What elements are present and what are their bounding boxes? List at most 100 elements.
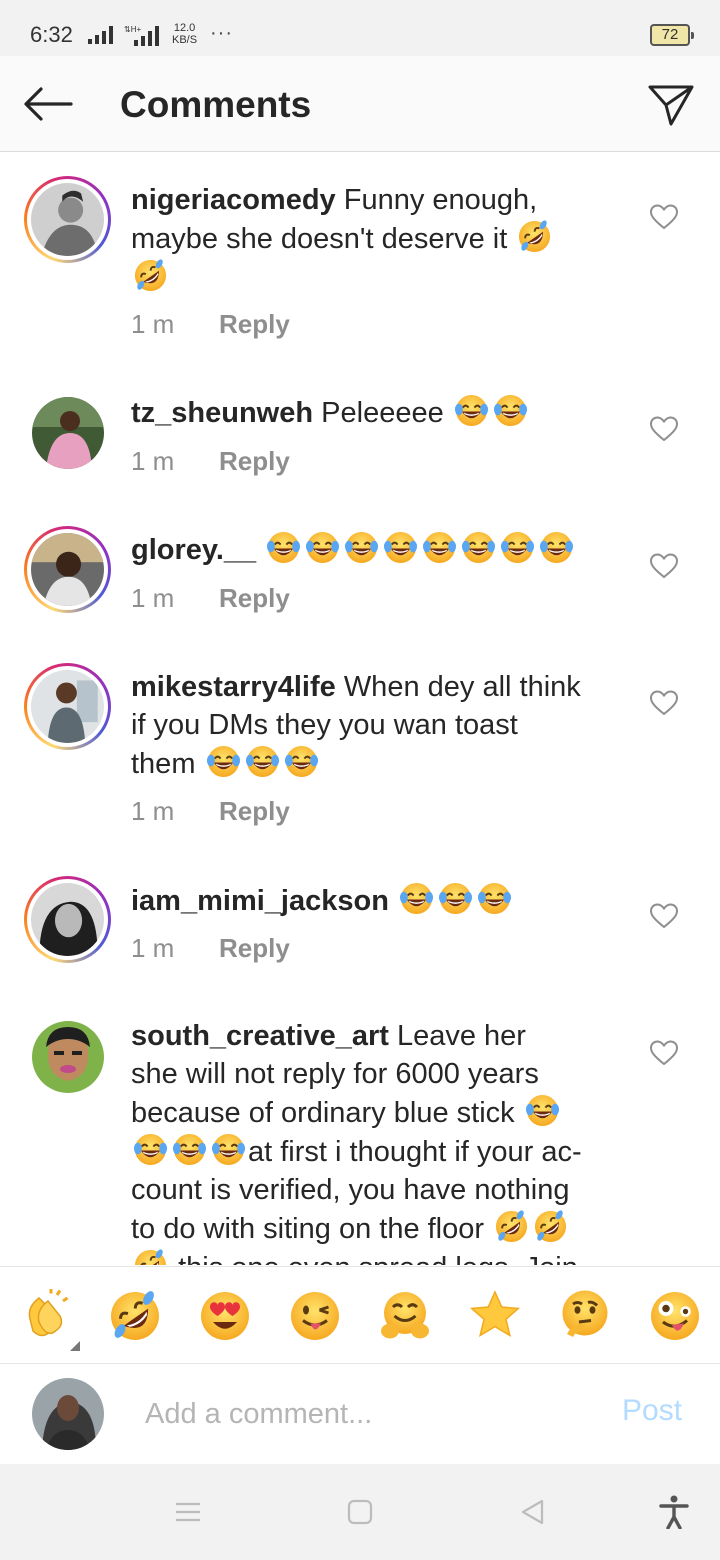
heart-icon[interactable] [649,203,679,231]
comments-list[interactable]: nigeriacomedy Funny enough, maybe she do… [0,153,720,1265]
joy-emoji-icon [172,1132,207,1167]
joy-emoji-icon [477,881,512,916]
net-speed-value: 12.0 [173,22,196,34]
joy-emoji-icon [133,1132,168,1167]
winking-tongue-emoji-icon[interactable] [288,1289,342,1343]
post-button[interactable]: Post [622,1394,682,1428]
comment-body: Leave her [396,1020,526,1052]
joy-emoji-icon [399,881,434,916]
paper-plane-icon [648,85,694,126]
comment-text: south_creative_art Leave her she will no… [131,1017,641,1265]
joy-emoji-icon [525,1093,560,1128]
rofl-emoji-icon [494,1209,529,1244]
hugging-face-emoji-icon[interactable] [378,1289,432,1343]
reply-button[interactable]: Reply [219,583,290,613]
joy-emoji-icon [266,530,301,565]
rofl-emoji-icon [517,219,552,254]
comment-body: When dey all think [343,671,581,703]
heart-icon[interactable] [649,552,679,580]
back-button[interactable] [20,82,76,126]
comment-body: because of ordinary blue stick [131,1097,515,1129]
comment-body: at first i thought if your ac- [248,1136,582,1168]
comment-time: 1 m [131,583,175,613]
comment-composer: Post [0,1364,720,1464]
heart-icon[interactable] [649,415,679,443]
more-status-icon: ··· [210,22,233,44]
share-button[interactable] [644,80,698,130]
svg-text:⇅H+: ⇅H+ [124,25,141,34]
comment-username[interactable]: glorey.__ [131,534,256,566]
comment-meta: 1 m Reply [131,309,290,340]
comment-username[interactable]: iam_mimi_jackson [131,885,389,917]
comment-text: iam_mimi_jackson [131,881,631,920]
comment-input[interactable] [145,1394,585,1434]
battery-level: 72 [661,26,679,43]
net-speed: 12.0 KB/S [172,22,197,46]
signal-icon [88,26,113,44]
rofl-emoji-icon[interactable] [108,1289,162,1343]
arrow-left-icon [24,87,73,121]
triangle-back-icon [521,1499,544,1525]
home-button[interactable] [340,1492,380,1532]
star-emoji-icon[interactable] [468,1289,522,1343]
joy-emoji-icon [539,530,574,565]
story-ring[interactable] [24,526,111,613]
skin-tone-indicator [70,1341,80,1351]
story-ring[interactable] [24,663,111,750]
comment-username[interactable]: tz_sheunweh [131,397,313,429]
comment-body: count is verified, you have nothing [131,1174,570,1206]
reply-button[interactable]: Reply [219,933,290,963]
comment-body: this one even spread legs. Join [178,1252,578,1265]
accessibility-button[interactable] [654,1492,694,1532]
comment-text: tz_sheunweh Peleeeee [131,393,631,432]
square-icon [347,1499,373,1525]
joy-emoji-icon [383,530,418,565]
reply-button[interactable]: Reply [219,446,290,476]
joy-emoji-icon [461,530,496,565]
menu-icon [176,1502,200,1522]
comment-meta: 1 m Reply [131,796,290,827]
comment-username[interactable]: south_creative_art [131,1020,389,1052]
header: Comments [0,56,720,152]
heart-eyes-emoji-icon[interactable] [198,1289,252,1343]
reply-button[interactable]: Reply [219,309,290,339]
net-speed-unit: KB/S [172,34,198,46]
heart-icon[interactable] [649,689,679,717]
clapping-hands-icon[interactable] [18,1289,72,1343]
heart-icon[interactable] [649,1039,679,1067]
rofl-emoji-icon [133,1248,168,1265]
joy-emoji-icon [284,744,319,779]
status-time: 6:32 [30,22,73,47]
avatar[interactable] [32,1021,104,1093]
comment-text: mikestarry4life When dey all think if yo… [131,668,631,783]
joy-emoji-icon [211,1132,246,1167]
reply-button[interactable]: Reply [219,796,290,826]
story-ring[interactable] [24,176,111,263]
avatar[interactable] [32,397,104,469]
comment-time: 1 m [131,796,175,826]
menu-button[interactable] [168,1492,208,1532]
story-ring[interactable] [24,876,111,963]
comment-meta: 1 m Reply [131,446,290,477]
back-nav-button[interactable] [512,1492,552,1532]
comment-meta: 1 m Reply [131,583,290,614]
joy-emoji-icon [206,744,241,779]
heart-icon[interactable] [649,902,679,930]
comment-body: to do with siting on the floor [131,1213,485,1245]
comments-screen: 6:32 ⇅H+ 12.0 KB/S ··· 72 Comments niger… [0,0,720,1560]
comment-meta: 1 m Reply [131,933,290,964]
comment-body: if you DMs they you wan toast [131,709,518,741]
joy-emoji-icon [454,393,489,428]
zany-face-emoji-icon[interactable] [648,1289,702,1343]
comment-body: Peleeeee [321,397,444,429]
comment-username[interactable]: mikestarry4life [131,671,336,703]
signal-hplus-icon: ⇅H+ [124,25,159,46]
thinking-face-emoji-icon[interactable] [558,1289,612,1343]
joy-emoji-icon [422,530,457,565]
accessibility-icon [659,1495,689,1529]
comment-username[interactable]: nigeriacomedy [131,184,336,216]
comment-time: 1 m [131,446,175,476]
joy-emoji-icon [438,881,473,916]
system-nav-bar [0,1464,720,1560]
comment-time: 1 m [131,309,175,339]
